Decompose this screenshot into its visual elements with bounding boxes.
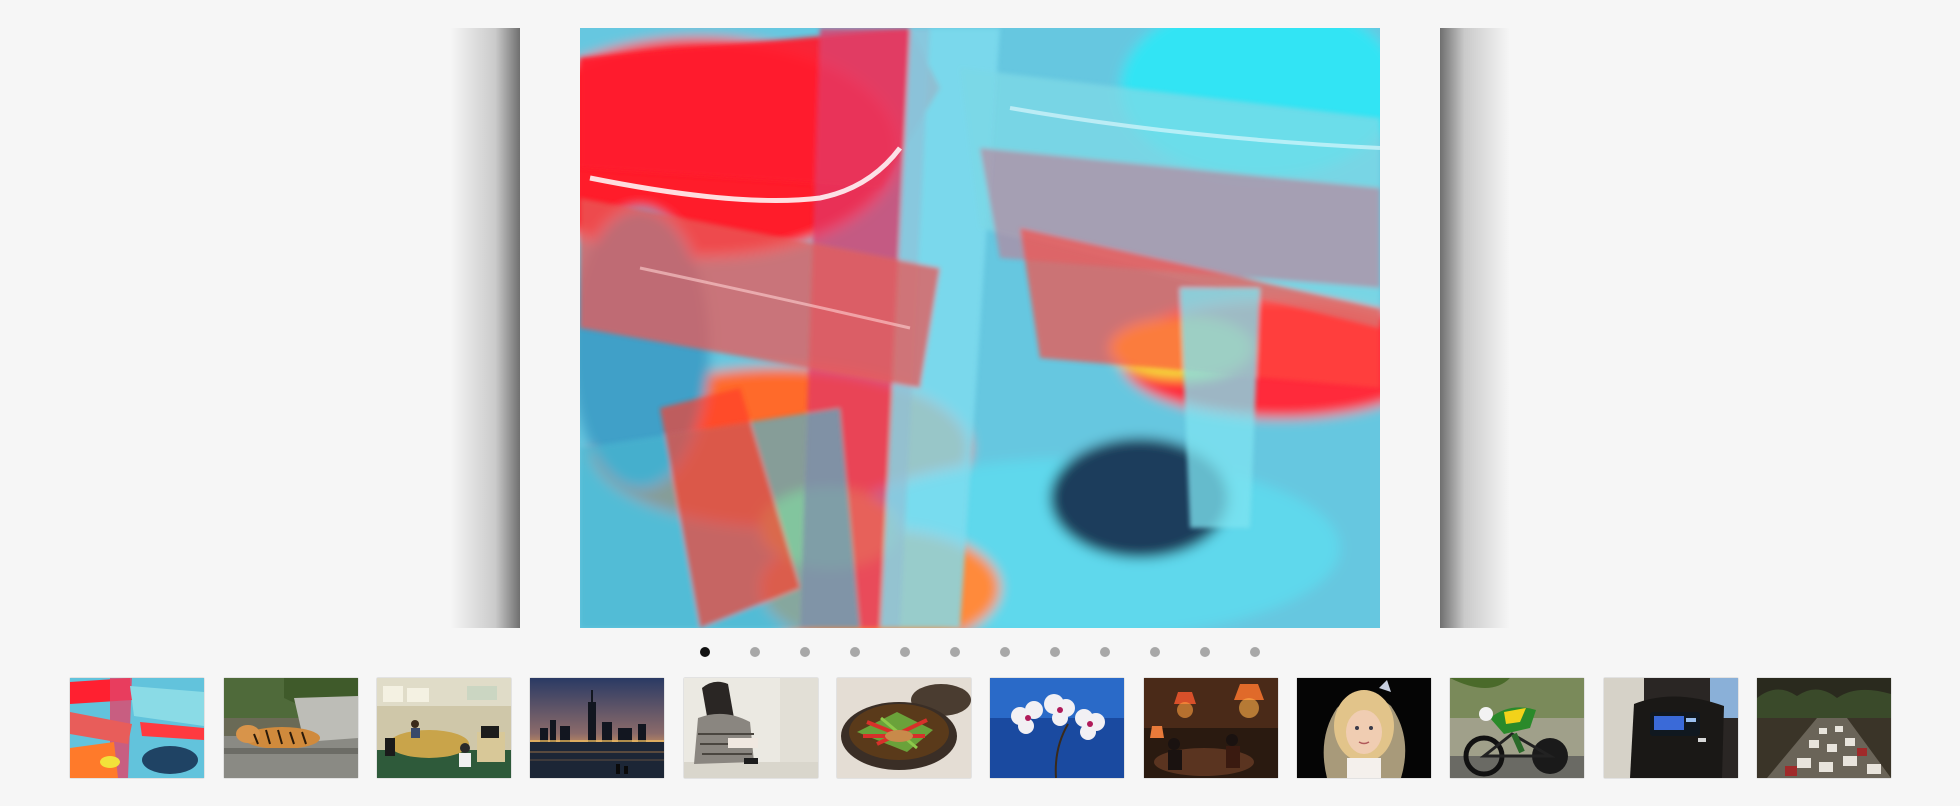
thumbnail-8[interactable] xyxy=(1144,678,1278,778)
stage-shadow-left xyxy=(450,28,520,628)
pagination-dot-8[interactable] xyxy=(1050,647,1060,657)
main-image[interactable] xyxy=(580,28,1380,628)
thumbnail-1[interactable] xyxy=(70,678,204,778)
pagination-dot-6[interactable] xyxy=(950,647,960,657)
main-image-stage xyxy=(450,28,1510,628)
pagination-dot-4[interactable] xyxy=(850,647,860,657)
traffic-thumbnail xyxy=(1757,678,1891,778)
tiger-thumbnail xyxy=(224,678,358,778)
pagination-dots xyxy=(0,647,1960,659)
restaurant-thumbnail xyxy=(1144,678,1278,778)
pagination-dot-9[interactable] xyxy=(1100,647,1110,657)
girl-portrait-thumbnail xyxy=(1297,678,1431,778)
food-bowl-thumbnail xyxy=(837,678,971,778)
thumbnail-12[interactable] xyxy=(1757,678,1891,778)
thumbnail-2[interactable] xyxy=(224,678,358,778)
abstract-paint-thumbnail xyxy=(70,678,204,778)
cyclist-thumbnail xyxy=(1450,678,1584,778)
pagination-dot-1[interactable] xyxy=(700,647,710,657)
orchid-thumbnail xyxy=(990,678,1124,778)
thumbnail-9[interactable] xyxy=(1297,678,1431,778)
thumbnail-5[interactable] xyxy=(684,678,818,778)
music-player-thumbnail xyxy=(1604,678,1738,778)
city-skyline-thumbnail xyxy=(530,678,664,778)
thumbnail-4[interactable] xyxy=(530,678,664,778)
thumbnail-10[interactable] xyxy=(1450,678,1584,778)
thumbnail-3[interactable] xyxy=(377,678,511,778)
stage-shadow-right xyxy=(1440,28,1510,628)
pagination-dot-2[interactable] xyxy=(750,647,760,657)
pagination-dot-3[interactable] xyxy=(800,647,810,657)
pagination-dot-12[interactable] xyxy=(1250,647,1260,657)
pagination-dot-5[interactable] xyxy=(900,647,910,657)
thumbnail-7[interactable] xyxy=(990,678,1124,778)
seated-woman-thumbnail xyxy=(684,678,818,778)
pagination-dot-11[interactable] xyxy=(1200,647,1210,657)
pagination-dot-10[interactable] xyxy=(1150,647,1160,657)
office-thumbnail xyxy=(377,678,511,778)
thumbnail-6[interactable] xyxy=(837,678,971,778)
abstract-paint-image xyxy=(580,28,1380,628)
thumbnail-strip xyxy=(0,678,1960,778)
thumbnail-11[interactable] xyxy=(1604,678,1738,778)
pagination-dot-7[interactable] xyxy=(1000,647,1010,657)
